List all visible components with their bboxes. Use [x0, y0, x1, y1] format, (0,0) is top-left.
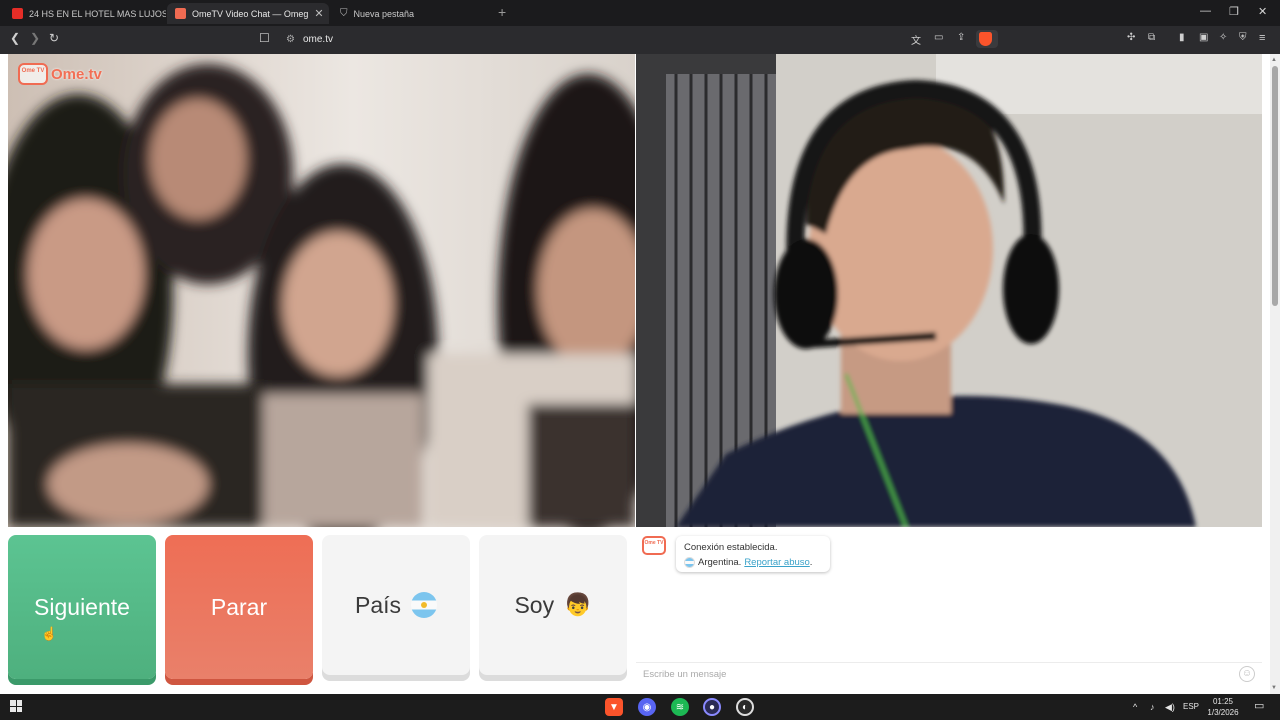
address-bar[interactable]: ⚙ ome.tv — [286, 34, 333, 45]
microphone-icon[interactable]: ♪ — [1150, 702, 1155, 712]
logo-text: Ome.tv — [51, 65, 102, 83]
vpn-app-icon[interactable]: ● — [703, 698, 721, 716]
stranger-video-frame — [8, 54, 635, 527]
cast-icon[interactable]: ▭ — [934, 32, 943, 43]
tab-title: OmeTV Video Chat — Omeg — [192, 8, 309, 19]
country-filter-button[interactable]: País — [322, 535, 470, 675]
minimize-icon[interactable]: — — [1200, 5, 1211, 17]
clock-time: 01:25 — [1212, 697, 1234, 706]
argentina-flag-icon — [411, 592, 438, 618]
reload-icon[interactable]: ↻ — [49, 31, 59, 45]
partner-country: Argentina. — [698, 557, 742, 568]
ometv-logo: Ome TV Ome.tv — [18, 63, 102, 85]
stop-button[interactable]: Parar — [165, 535, 313, 679]
tab-ometv[interactable]: OmeTV Video Chat — Omeg ✕ — [167, 3, 329, 24]
message-input[interactable] — [636, 663, 1226, 685]
vpn-icon[interactable]: ⛨ — [1239, 32, 1247, 43]
bookmark-icon[interactable]: ☐ — [259, 31, 270, 45]
url-text: ome.tv — [302, 34, 333, 45]
browser-toolbar — [0, 26, 1280, 54]
taskbar-clock[interactable]: 01:25 1/3/2026 — [1201, 696, 1245, 718]
tab-title: Nueva pestaña — [353, 8, 415, 19]
clock-date: 1/3/2026 — [1207, 708, 1239, 717]
maximize-icon[interactable]: ❐ — [1229, 5, 1239, 18]
volume-icon[interactable]: ◀) — [1165, 702, 1175, 713]
connection-status: Conexión establecida. — [684, 542, 778, 553]
windows-start-icon[interactable] — [10, 700, 22, 712]
notifications-icon[interactable]: ▭ — [1254, 699, 1264, 712]
close-window-icon[interactable]: ✕ — [1258, 5, 1267, 18]
stranger-video — [8, 54, 635, 527]
self-video-frame — [636, 54, 1262, 527]
share-icon[interactable]: ⇪ — [957, 32, 965, 43]
discord-app-icon[interactable]: ◉ — [638, 698, 656, 716]
report-suffix: . — [809, 557, 813, 568]
next-button[interactable]: Siguiente — [8, 535, 156, 679]
ometv-avatar-icon: Ome TV — [642, 536, 666, 555]
report-abuse-link[interactable]: Reportar abuso — [744, 557, 809, 568]
partner-country-line: Argentina. Reportar abuso. — [684, 555, 822, 570]
screenshot-icon[interactable]: ⧉ — [1148, 32, 1155, 43]
back-icon[interactable]: ❮ — [10, 31, 20, 45]
obs-app-icon[interactable]: ◐ — [736, 698, 754, 716]
site-info-icon[interactable]: ⚙ — [286, 34, 295, 45]
brave-app-icon[interactable]: ▼ — [605, 698, 623, 716]
menu-icon[interactable]: ≡ — [1259, 32, 1265, 44]
boy-icon: 👦 — [564, 592, 592, 617]
language-indicator[interactable]: ESP — [1183, 702, 1199, 711]
brave-shield-icon: ⛉ — [340, 8, 348, 19]
new-tab-button[interactable]: + — [498, 4, 506, 20]
tab-new[interactable]: ⛉ Nueva pestaña — [332, 3, 492, 24]
scrollbar-thumb[interactable] — [1272, 66, 1278, 306]
close-tab-icon[interactable]: ✕ — [314, 7, 323, 20]
argentina-flag-icon — [684, 557, 695, 568]
tab-youtube[interactable]: 24 HS EN EL HOTEL MAS LUJOSO DE — [4, 3, 166, 24]
system-message: Conexión establecida. Argentina. Reporta… — [676, 536, 830, 572]
next-button-label: Siguiente — [34, 593, 130, 620]
emoji-icon[interactable]: ☺ — [1239, 666, 1255, 682]
chat-input-bar: ☺ — [636, 662, 1262, 685]
hand-cursor-icon: ☝ — [41, 626, 58, 641]
stop-button-label: Parar — [210, 593, 268, 620]
self-video — [636, 54, 1262, 527]
leo-ai-icon[interactable]: ✧ — [1219, 32, 1227, 43]
sidebar-icon[interactable]: ▮ — [1179, 32, 1185, 43]
brave-lion-icon — [979, 32, 992, 46]
scroll-up-icon[interactable]: ▲ — [1271, 57, 1277, 63]
gender-button-label: Soy — [514, 591, 555, 618]
country-button-label: País — [354, 591, 402, 618]
ometv-icon — [175, 8, 186, 19]
translate-icon[interactable]: 文 — [911, 32, 921, 47]
wallet-icon[interactable]: ▣ — [1199, 32, 1208, 43]
tray-expand-icon[interactable]: ^ — [1133, 702, 1137, 712]
forward-icon[interactable]: ❯ — [30, 31, 40, 45]
tab-title: 24 HS EN EL HOTEL MAS LUJOSO DE — [29, 8, 166, 19]
scroll-down-icon[interactable]: ▼ — [1271, 685, 1277, 691]
extensions-icon[interactable]: ✣ — [1127, 32, 1135, 43]
ometv-tv-icon: Ome TV — [18, 63, 48, 85]
gender-button[interactable]: Soy 👦 — [479, 535, 627, 675]
spotify-app-icon[interactable]: ≋ — [671, 698, 689, 716]
youtube-icon — [12, 8, 23, 19]
